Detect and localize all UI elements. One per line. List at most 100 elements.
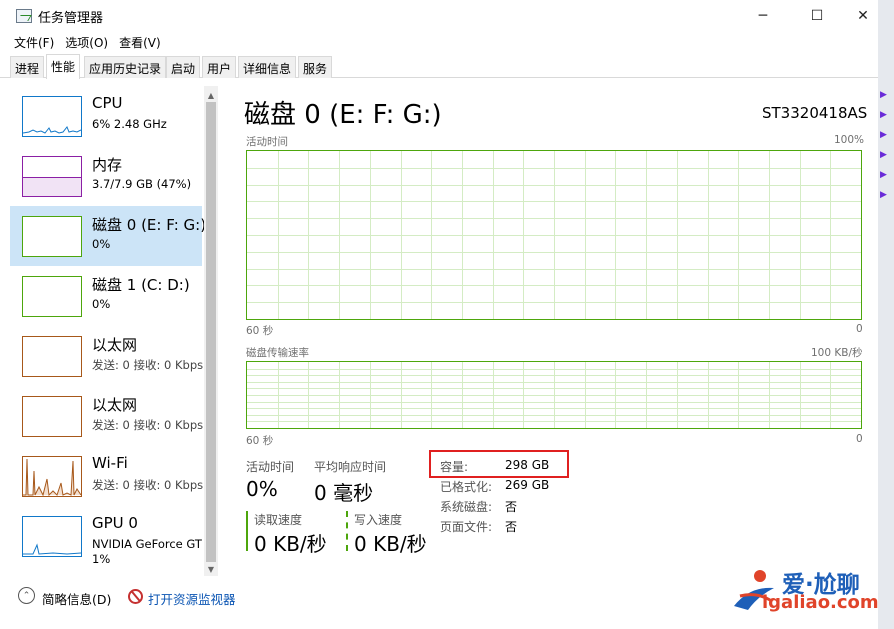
wifi-throughput: 发送: 0 接收: 0 Kbps — [92, 478, 204, 492]
ethernet-1-throughput: 发送: 0 接收: 0 Kbps — [92, 358, 204, 372]
capacity-highlight-box — [429, 450, 569, 478]
resource-list-scrollbar[interactable]: ▲ ▼ — [204, 86, 218, 576]
transfer-axis-zero: 0 — [856, 433, 863, 445]
disk-title: 磁盘 0 (E: F: G:) — [244, 100, 442, 130]
memory-label: 内存 — [92, 156, 123, 174]
memory-thumbnail — [22, 156, 82, 197]
transfer-rate-graph — [246, 361, 862, 429]
desktop-file-icon: ▶ — [880, 190, 887, 200]
gpu-model: NVIDIA GeForce GT — [92, 537, 202, 551]
cpu-thumbnail-graph — [22, 126, 82, 134]
wifi-label: Wi-Fi — [92, 454, 128, 472]
tab-bar: 进程 性能 应用历史记录 启动 用户 详细信息 服务 — [0, 54, 878, 79]
active-time-stat-value: 0% — [246, 477, 278, 501]
menu-view[interactable]: 查看(V) — [115, 32, 168, 54]
gpu-usage: 1% — [92, 552, 111, 566]
menu-file[interactable]: 文件(F) — [0, 32, 61, 54]
desktop-edge-strip: ▶ ▶ ▶ ▶ ▶ ▶ — [878, 0, 894, 629]
desktop-file-icon: ▶ — [880, 170, 887, 180]
read-speed-value: 0 KB/秒 — [254, 532, 327, 556]
resource-item-ethernet-1[interactable]: 以太网 发送: 0 接收: 0 Kbps — [10, 326, 204, 386]
disk-0-usage: 0% — [92, 237, 111, 251]
write-speed-marker — [346, 511, 348, 551]
write-speed-value: 0 KB/秒 — [354, 532, 427, 556]
active-time-graph-max: 100% — [834, 134, 865, 146]
wifi-thumbnail-graph — [23, 458, 82, 497]
avg-response-stat-value: 0 毫秒 — [314, 481, 374, 505]
wifi-thumbnail — [22, 456, 82, 497]
cpu-thumbnail — [22, 96, 82, 137]
tab-performance[interactable]: 性能 — [46, 54, 81, 79]
scroll-down-icon[interactable]: ▼ — [204, 562, 218, 576]
transfer-graph-label: 磁盘传输速率 — [246, 347, 309, 359]
memory-fill — [23, 177, 81, 196]
tab-users[interactable]: 用户 — [202, 56, 237, 78]
minimize-button[interactable]: ─ — [740, 0, 786, 32]
title-bar: 任务管理器 ─ ☐ ✕ — [0, 0, 878, 32]
transfer-graph-max: 100 KB/秒 — [811, 347, 863, 359]
formatted-value: 269 GB — [505, 478, 550, 492]
resource-item-memory[interactable]: 内存 3.7/7.9 GB (47%) — [10, 146, 202, 206]
formatted-label: 已格式化: — [440, 480, 493, 494]
disk-1-usage: 0% — [92, 297, 111, 311]
page-file-label: 页面文件: — [440, 520, 493, 534]
ethernet-2-thumbnail — [22, 396, 82, 437]
resource-item-ethernet-2[interactable]: 以太网 发送: 0 接收: 0 Kbps — [10, 386, 204, 446]
active-time-axis-zero: 0 — [856, 323, 863, 335]
resource-monitor-icon — [128, 589, 143, 604]
write-speed-label: 写入速度 — [354, 513, 403, 527]
memory-usage: 3.7/7.9 GB (47%) — [92, 177, 192, 191]
resource-item-disk-0[interactable]: 磁盘 0 (E: F: G:) 0% — [10, 206, 204, 266]
tab-details[interactable]: 详细信息 — [238, 56, 297, 78]
active-time-graph — [246, 150, 862, 320]
active-time-grid — [247, 151, 861, 319]
watermark-url: igaliao.com — [762, 592, 879, 613]
active-time-graph-label: 活动时间 — [246, 136, 288, 148]
open-resource-monitor-link[interactable]: 打开资源监视器 — [148, 589, 236, 608]
resource-item-disk-1[interactable]: 磁盘 1 (C: D:) 0% — [10, 266, 202, 326]
menu-options[interactable]: 选项(O) — [61, 32, 115, 54]
ethernet-2-throughput: 发送: 0 接收: 0 Kbps — [92, 418, 204, 432]
disk-0-label: 磁盘 0 (E: F: G:) — [92, 216, 204, 234]
page-file-value: 否 — [505, 520, 518, 534]
disk-model: ST3320418AS — [762, 104, 868, 122]
scroll-up-icon[interactable]: ▲ — [204, 88, 218, 102]
system-disk-label: 系统磁盘: — [440, 500, 493, 514]
cpu-label: CPU — [92, 94, 123, 112]
menu-bar: 文件(F) 选项(O) 查看(V) — [0, 32, 878, 54]
resource-list: CPU 6% 2.48 GHz 内存 3.7/7.9 GB (47%) 磁盘 0… — [10, 86, 204, 576]
disk-0-thumbnail — [22, 216, 82, 257]
resource-item-cpu[interactable]: CPU 6% 2.48 GHz — [10, 86, 202, 146]
tab-startup[interactable]: 启动 — [166, 56, 201, 78]
read-speed-marker — [246, 511, 248, 551]
window-title: 任务管理器 — [38, 11, 104, 26]
ethernet-1-thumbnail — [22, 336, 82, 377]
ethernet-2-label: 以太网 — [92, 396, 138, 414]
avg-response-stat-label: 平均响应时间 — [314, 460, 387, 474]
cpu-usage: 6% 2.48 GHz — [92, 117, 167, 131]
tab-services[interactable]: 服务 — [298, 56, 333, 78]
task-manager-app-icon — [16, 9, 32, 23]
desktop-file-icon: ▶ — [880, 90, 887, 100]
desktop-file-icon: ▶ — [880, 150, 887, 160]
disk-1-label: 磁盘 1 (C: D:) — [92, 276, 190, 294]
fewer-details-button[interactable]: 简略信息(D) — [42, 589, 111, 608]
tab-processes[interactable]: 进程 — [10, 56, 45, 78]
disk-1-thumbnail — [22, 276, 82, 317]
resource-item-gpu[interactable]: GPU 0 NVIDIA GeForce GT 1% — [10, 506, 202, 566]
ethernet-1-label: 以太网 — [92, 336, 138, 354]
desktop-file-icon: ▶ — [880, 110, 887, 120]
tab-app-history[interactable]: 应用历史记录 — [84, 56, 167, 78]
desktop-file-icon: ▶ — [880, 130, 887, 140]
transfer-axis-label: 60 秒 — [246, 435, 274, 447]
active-time-stat-label: 活动时间 — [246, 460, 295, 474]
read-speed-label: 读取速度 — [254, 513, 303, 527]
resource-item-wifi[interactable]: Wi-Fi 发送: 0 接收: 0 Kbps — [10, 446, 204, 506]
gpu-thumbnail — [22, 516, 82, 557]
maximize-button[interactable]: ☐ — [794, 0, 840, 32]
system-disk-value: 否 — [505, 500, 518, 514]
fewer-details-chevron-up-icon[interactable]: ⌃ — [18, 587, 35, 604]
transfer-rate-grid — [247, 362, 861, 428]
gpu-thumbnail-graph — [23, 543, 82, 555]
scroll-thumb[interactable] — [206, 102, 216, 562]
